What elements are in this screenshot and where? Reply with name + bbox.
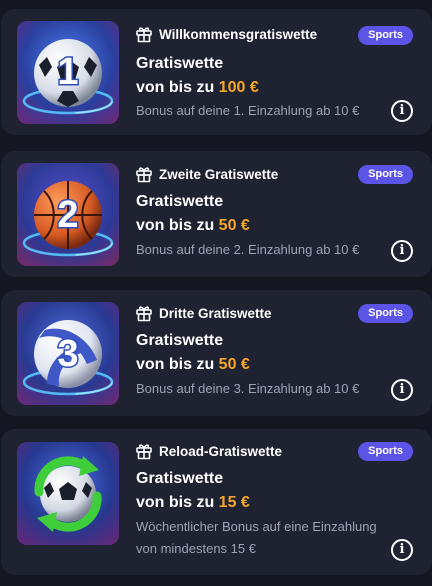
headline-prefix: von bis zu <box>136 79 219 96</box>
sports-badge: Sports <box>358 442 413 461</box>
description-line: Bonus auf deine 3. Einzahlung ab 10 € <box>136 381 360 396</box>
headline-line-2: von bis zu 50 € <box>136 353 250 377</box>
bonus-amount: 50 € <box>218 356 250 373</box>
bonus-amount: 50 € <box>218 217 250 234</box>
headline-line-2: von bis zu 15 € <box>136 491 250 515</box>
basketball-number-2-image: 2 <box>17 163 119 266</box>
description-line: von mindestens 15 € <box>136 541 256 556</box>
gift-icon <box>135 304 153 322</box>
info-icon[interactable]: i <box>391 240 413 262</box>
bonus-amount: 15 € <box>218 494 250 511</box>
soccer-ball-reload-arrows-image <box>17 442 119 545</box>
headline-line-2: von bis zu 50 € <box>136 214 250 238</box>
headline-line-1: Gratiswette <box>136 470 224 487</box>
offer-title: Dritte Gratiswette <box>159 305 272 321</box>
info-icon[interactable]: i <box>391 100 413 122</box>
description-line: Bonus auf deine 2. Einzahlung ab 10 € <box>136 242 360 257</box>
volleyball-number-3-image: 3 <box>17 302 119 405</box>
offer-description: Bonus auf deine 1. Einzahlung ab 10 € <box>136 100 359 122</box>
description-line: Bonus auf deine 1. Einzahlung ab 10 € <box>136 103 360 118</box>
bonus-amount: 100 € <box>218 79 259 96</box>
offer-card-second[interactable]: 2 Zweite Gratiswette Sports Gratiswette … <box>1 151 432 277</box>
offer-headline: Gratiswette von bis zu 50 € <box>136 329 250 377</box>
offer-title: Willkommensgratiswette <box>159 26 318 42</box>
offer-title: Zweite Gratiswette <box>159 166 279 182</box>
info-icon[interactable]: i <box>391 379 413 401</box>
info-icon[interactable]: i <box>391 539 413 561</box>
offer-headline: Gratiswette von bis zu 50 € <box>136 190 250 238</box>
gift-icon <box>135 165 153 183</box>
offer-description: Bonus auf deine 3. Einzahlung ab 10 € <box>136 378 359 400</box>
gift-icon <box>135 442 153 460</box>
headline-line-1: Gratiswette <box>136 55 224 72</box>
soccer-ball-number-1-image: 1 <box>17 21 119 124</box>
description-line: Wöchentlicher Bonus auf eine Einzahlung <box>136 519 377 534</box>
offer-card-third[interactable]: 3 Dritte Gratiswette Sports Gratiswette … <box>1 290 432 416</box>
headline-prefix: von bis zu <box>136 356 219 373</box>
svg-text:3: 3 <box>57 333 78 375</box>
offer-card-welcome[interactable]: 1 Willkommensgratiswette Sports Gratiswe… <box>1 9 432 135</box>
sports-badge: Sports <box>358 304 413 323</box>
offer-title: Reload-Gratiswette <box>159 443 283 459</box>
svg-text:1: 1 <box>57 51 78 93</box>
sports-badge: Sports <box>358 26 413 45</box>
headline-line-1: Gratiswette <box>136 193 224 210</box>
svg-text:2: 2 <box>57 194 78 236</box>
offer-headline: Gratiswette von bis zu 15 € <box>136 467 250 515</box>
headline-line-1: Gratiswette <box>136 332 224 349</box>
offer-headline: Gratiswette von bis zu 100 € <box>136 52 259 100</box>
headline-prefix: von bis zu <box>136 494 219 511</box>
offer-card-reload[interactable]: Reload-Gratiswette Sports Gratiswette vo… <box>1 429 432 575</box>
headline-prefix: von bis zu <box>136 217 219 234</box>
gift-icon <box>135 25 153 43</box>
headline-line-2: von bis zu 100 € <box>136 76 259 100</box>
offer-description: Bonus auf deine 2. Einzahlung ab 10 € <box>136 239 359 261</box>
offer-description: Wöchentlicher Bonus auf eine Einzahlung … <box>136 516 377 560</box>
sports-badge: Sports <box>358 165 413 184</box>
